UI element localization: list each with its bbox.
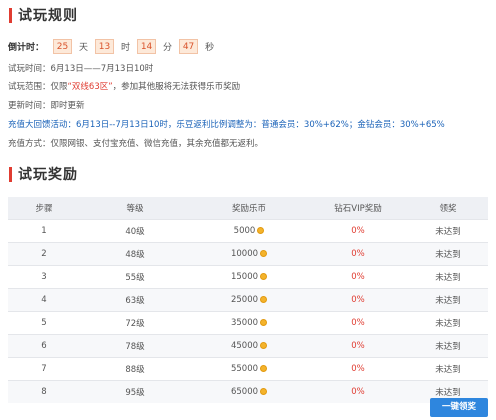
cell-vip: 0% xyxy=(308,287,408,311)
countdown-seconds-unit: 秒 xyxy=(205,43,215,53)
cell-coins: 65000 xyxy=(190,379,308,403)
cell-level: 95级 xyxy=(80,379,190,403)
coin-icon xyxy=(260,364,268,372)
update-time: 更新时间：即时更新 xyxy=(8,101,85,111)
cell-step: 1 xyxy=(8,218,80,242)
cell-status: 未达到 xyxy=(408,241,488,265)
countdown: 倒计时： 25 天 13 时 14 分 47 秒 xyxy=(8,39,221,54)
claim-all-button[interactable]: 一键领奖 xyxy=(430,398,488,417)
header-vip: 钻石VIP奖励 xyxy=(308,197,408,219)
charge-bonus-gold: 金钻会员：30%+65% xyxy=(357,120,445,130)
charge-bonus-normal: 普通会员：30%+62% xyxy=(261,120,349,130)
cell-status: 未达到 xyxy=(408,333,488,357)
cell-level: 78级 xyxy=(80,333,190,357)
cell-level: 55级 xyxy=(80,264,190,288)
countdown-minutes-unit: 分 xyxy=(163,43,173,53)
trial-time: 试玩时间：6月13日——7月13日10时 xyxy=(8,64,154,74)
table-row: 3 55级 15000 0% 未达到 xyxy=(8,264,488,288)
cell-coins: 15000 xyxy=(190,264,308,288)
header-coins: 奖励乐币 xyxy=(190,197,308,219)
coins-value: 45000 xyxy=(230,340,259,351)
coins-value: 5000 xyxy=(233,225,256,236)
coin-icon xyxy=(260,272,268,280)
cell-status: 未达到 xyxy=(408,218,488,242)
cell-vip: 0% xyxy=(308,356,408,380)
table-row: 2 48级 10000 0% 未达到 xyxy=(8,241,488,265)
table-header-row: 步骤 等级 奖励乐币 钻石VIP奖励 领奖 xyxy=(8,197,488,219)
countdown-hours-unit: 时 xyxy=(121,43,131,53)
table-row: 7 88级 55000 0% 未达到 xyxy=(8,356,488,380)
charge-bonus-prefix: 充值大回馈活动：6月13日--7月13日10时，乐豆返利比例调整为： xyxy=(8,120,262,130)
coins-value: 10000 xyxy=(230,248,259,259)
header-claim: 领奖 xyxy=(408,197,488,219)
rules-section-header: 试玩规则 xyxy=(9,5,78,25)
cell-vip: 0% xyxy=(308,379,408,403)
coin-icon xyxy=(260,341,268,349)
header-step: 步骤 xyxy=(8,197,80,219)
cell-status: 未达到 xyxy=(408,310,488,334)
section-marker xyxy=(9,166,12,182)
charge-bonus: 充值大回馈活动：6月13日--7月13日10时，乐豆返利比例调整为：普通会员：3… xyxy=(8,118,445,130)
cell-vip: 0% xyxy=(308,241,408,265)
cell-level: 40级 xyxy=(80,218,190,242)
cell-level: 63级 xyxy=(80,287,190,311)
table-row: 8 95级 65000 0% 未达到 xyxy=(8,379,488,403)
cell-vip: 0% xyxy=(308,264,408,288)
cell-step: 7 xyxy=(8,356,80,380)
cell-coins: 55000 xyxy=(190,356,308,380)
coins-value: 15000 xyxy=(230,271,259,282)
rules-title: 试玩规则 xyxy=(18,8,78,24)
coins-value: 25000 xyxy=(230,294,259,305)
table-row: 1 40级 5000 0% 未达到 xyxy=(8,218,488,242)
trial-scope: 试玩范围：仅限“双线63区”，参加其他服将无法获得乐币奖励 xyxy=(8,80,240,92)
coin-icon xyxy=(260,318,268,326)
coins-value: 55000 xyxy=(230,363,259,374)
cell-vip: 0% xyxy=(308,333,408,357)
trial-scope-suffix: ，参加其他服将无法获得乐币奖励 xyxy=(112,82,241,92)
cell-level: 48级 xyxy=(80,241,190,265)
cell-step: 3 xyxy=(8,264,80,288)
cell-step: 5 xyxy=(8,310,80,334)
header-level: 等级 xyxy=(80,197,190,219)
countdown-days-unit: 天 xyxy=(79,43,89,53)
table-row: 4 63级 25000 0% 未达到 xyxy=(8,287,488,311)
cell-level: 72级 xyxy=(80,310,190,334)
cell-coins: 35000 xyxy=(190,310,308,334)
countdown-hours: 13 xyxy=(95,39,115,54)
charge-method: 充值方式：仅限网银、支付宝充值、微信充值，其余充值都无返利。 xyxy=(8,139,264,149)
coin-icon xyxy=(260,295,268,303)
cell-coins: 10000 xyxy=(190,241,308,265)
cell-vip: 0% xyxy=(308,218,408,242)
cell-step: 6 xyxy=(8,333,80,357)
rewards-table: 步骤 等级 奖励乐币 钻石VIP奖励 领奖 1 40级 5000 0% 未达到 2 48级 1… xyxy=(8,197,488,403)
coin-icon xyxy=(257,226,265,234)
section-marker xyxy=(9,7,12,23)
cell-coins: 25000 xyxy=(190,287,308,311)
trial-scope-prefix: 试玩范围：仅限 xyxy=(8,82,68,92)
trial-scope-zone: “双线63区” xyxy=(67,82,113,92)
countdown-minutes: 14 xyxy=(137,39,157,54)
countdown-seconds: 47 xyxy=(179,39,199,54)
rewards-section-header: 试玩奖励 xyxy=(9,164,78,184)
coins-value: 35000 xyxy=(230,317,259,328)
cell-status: 未达到 xyxy=(408,287,488,311)
table-row: 5 72级 35000 0% 未达到 xyxy=(8,310,488,334)
cell-vip: 0% xyxy=(308,310,408,334)
coin-icon xyxy=(260,249,268,257)
coins-value: 65000 xyxy=(230,386,259,397)
cell-step: 4 xyxy=(8,287,80,311)
cell-level: 88级 xyxy=(80,356,190,380)
cell-status: 未达到 xyxy=(408,356,488,380)
cell-step: 2 xyxy=(8,241,80,265)
cell-step: 8 xyxy=(8,379,80,403)
cell-status: 未达到 xyxy=(408,264,488,288)
countdown-days: 25 xyxy=(53,39,73,54)
coin-icon xyxy=(260,387,268,395)
rewards-title: 试玩奖励 xyxy=(18,167,78,183)
table-row: 6 78级 45000 0% 未达到 xyxy=(8,333,488,357)
countdown-label: 倒计时： xyxy=(8,43,45,53)
cell-coins: 5000 xyxy=(190,218,308,242)
cell-coins: 45000 xyxy=(190,333,308,357)
